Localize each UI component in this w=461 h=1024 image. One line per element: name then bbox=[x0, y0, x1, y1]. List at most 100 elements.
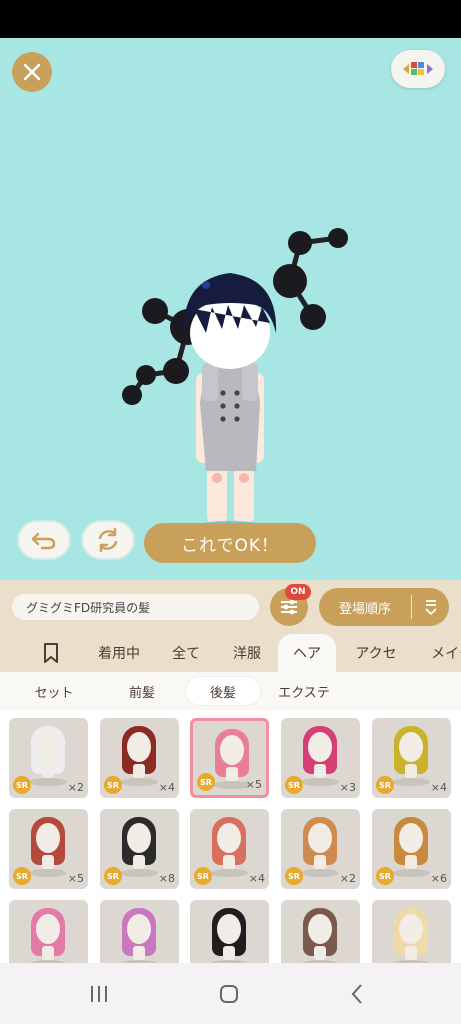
recent-apps-icon bbox=[91, 986, 107, 1002]
home-button[interactable] bbox=[214, 981, 244, 1007]
hair-item-card[interactable]: SR ×4 bbox=[372, 718, 451, 798]
item-count: ×5 bbox=[245, 778, 262, 791]
tab-accessory[interactable]: アクセ bbox=[346, 634, 406, 672]
mannequin-base bbox=[120, 778, 158, 786]
rarity-badge: SR bbox=[285, 776, 303, 794]
subtab-extensions[interactable]: エクステ bbox=[268, 677, 340, 705]
mannequin-neck bbox=[223, 855, 235, 869]
subtab-bangs[interactable]: 前髪 bbox=[112, 677, 172, 705]
sort-label: 登場順序 bbox=[338, 601, 391, 617]
rarity-badge: SR bbox=[376, 867, 394, 885]
molecule-accessory-left bbox=[122, 298, 206, 405]
mannequin-base bbox=[392, 869, 430, 877]
tab-makeup[interactable]: メイク bbox=[422, 634, 461, 672]
rarity-badge: SR bbox=[376, 776, 394, 794]
recent-apps-button[interactable] bbox=[84, 981, 114, 1007]
tab-all[interactable]: 全て bbox=[163, 634, 209, 672]
rarity-badge: SR bbox=[13, 867, 31, 885]
tab-wearing[interactable]: 着用中 bbox=[88, 634, 150, 672]
hair-item-card[interactable] bbox=[100, 900, 179, 963]
mannequin-neck bbox=[133, 946, 145, 960]
hair-item-card[interactable] bbox=[372, 900, 451, 963]
rarity-badge: SR bbox=[104, 867, 122, 885]
subtab-set[interactable]: セット bbox=[22, 677, 86, 705]
mannequin-neck bbox=[42, 946, 54, 960]
mannequin-neck bbox=[42, 764, 54, 778]
sort-order-icon[interactable] bbox=[412, 598, 449, 616]
hair-item-card[interactable]: SR ×6 bbox=[372, 809, 451, 889]
mannequin-neck bbox=[42, 855, 54, 869]
hair-item-card[interactable] bbox=[281, 900, 360, 963]
rarity-badge: SR bbox=[197, 773, 215, 791]
undo-button[interactable] bbox=[17, 520, 71, 560]
hair-item-card[interactable]: SR ×8 bbox=[100, 809, 179, 889]
mannequin-neck bbox=[314, 855, 326, 869]
hair-item-card[interactable]: SR ×5 bbox=[190, 718, 269, 798]
item-count: ×8 bbox=[158, 872, 175, 885]
mannequin-head bbox=[399, 823, 423, 853]
mannequin-base bbox=[392, 778, 430, 786]
hair-item-card[interactable]: SR ×5 bbox=[9, 809, 88, 889]
mannequin-head bbox=[127, 732, 151, 762]
palette-icon bbox=[403, 62, 433, 75]
sort-button[interactable]: 登場順序 bbox=[319, 588, 449, 626]
bookmark-icon bbox=[44, 643, 58, 663]
mannequin-head bbox=[399, 732, 423, 762]
filter-on-badge: ON bbox=[285, 584, 311, 600]
mannequin-neck bbox=[223, 946, 235, 960]
hair-item-card[interactable] bbox=[9, 900, 88, 963]
tab-clothes[interactable]: 洋服 bbox=[224, 634, 270, 672]
subtab-back-hair[interactable]: 後髪 bbox=[186, 677, 260, 705]
android-nav-bar bbox=[0, 963, 461, 1024]
hair-item-card[interactable]: SR ×4 bbox=[190, 809, 269, 889]
item-count: ×4 bbox=[430, 781, 447, 794]
hair-item-card[interactable]: SR ×3 bbox=[281, 718, 360, 798]
mannequin-head bbox=[399, 914, 423, 944]
home-icon bbox=[220, 985, 238, 1003]
molecule-accessory-right bbox=[273, 228, 348, 330]
palette-button[interactable] bbox=[391, 50, 445, 88]
item-count: ×3 bbox=[339, 781, 356, 794]
undo-icon bbox=[31, 532, 56, 550]
mannequin-head bbox=[308, 823, 332, 853]
hair-item-card[interactable]: SR ×2 bbox=[9, 718, 88, 798]
hair-item-card[interactable] bbox=[190, 900, 269, 963]
rarity-badge: SR bbox=[104, 776, 122, 794]
close-button[interactable] bbox=[12, 52, 52, 92]
mannequin-head bbox=[36, 914, 60, 944]
mannequin-head bbox=[217, 914, 241, 944]
mannequin-neck bbox=[314, 764, 326, 778]
tab-bookmark[interactable] bbox=[30, 634, 72, 672]
item-count: ×5 bbox=[67, 872, 84, 885]
hair-item-card[interactable]: SR ×2 bbox=[281, 809, 360, 889]
mannequin-head bbox=[308, 732, 332, 762]
mannequin-head bbox=[220, 735, 244, 765]
mannequin-neck bbox=[405, 764, 417, 778]
refresh-button[interactable] bbox=[81, 520, 135, 560]
avatar-stage: これでOK！ bbox=[0, 38, 461, 580]
item-count: ×2 bbox=[339, 872, 356, 885]
item-count: ×4 bbox=[248, 872, 265, 885]
mannequin-head bbox=[127, 914, 151, 944]
item-count: ×2 bbox=[67, 781, 84, 794]
avatar-character[interactable] bbox=[110, 223, 370, 543]
item-count: ×6 bbox=[430, 872, 447, 885]
hair-item-card[interactable]: SR ×4 bbox=[100, 718, 179, 798]
status-bar bbox=[0, 0, 461, 38]
mannequin-head bbox=[217, 823, 241, 853]
tab-hair[interactable]: ヘア bbox=[278, 634, 336, 672]
hair-subtabs: セット 前髪 後髪 エクステ bbox=[0, 672, 461, 710]
item-grid: SR ×2 SR ×4 SR ×5 SR ×3 SR ×4 SR ×5 SR ×8 SR ×4 SR ×2 SR ×6 bbox=[0, 710, 461, 963]
category-tabs: 着用中 全て 洋服 ヘア アクセ メイク bbox=[0, 634, 461, 672]
back-button[interactable] bbox=[342, 981, 372, 1007]
mannequin-head bbox=[36, 823, 60, 853]
mannequin-neck bbox=[133, 855, 145, 869]
confirm-button[interactable]: これでOK！ bbox=[144, 523, 316, 563]
mannequin-base bbox=[120, 869, 158, 877]
item-count: ×4 bbox=[158, 781, 175, 794]
mannequin-base bbox=[301, 778, 339, 786]
rarity-badge: SR bbox=[13, 776, 31, 794]
rarity-badge: SR bbox=[194, 867, 212, 885]
mannequin-neck bbox=[226, 767, 238, 781]
mannequin-neck bbox=[314, 946, 326, 960]
